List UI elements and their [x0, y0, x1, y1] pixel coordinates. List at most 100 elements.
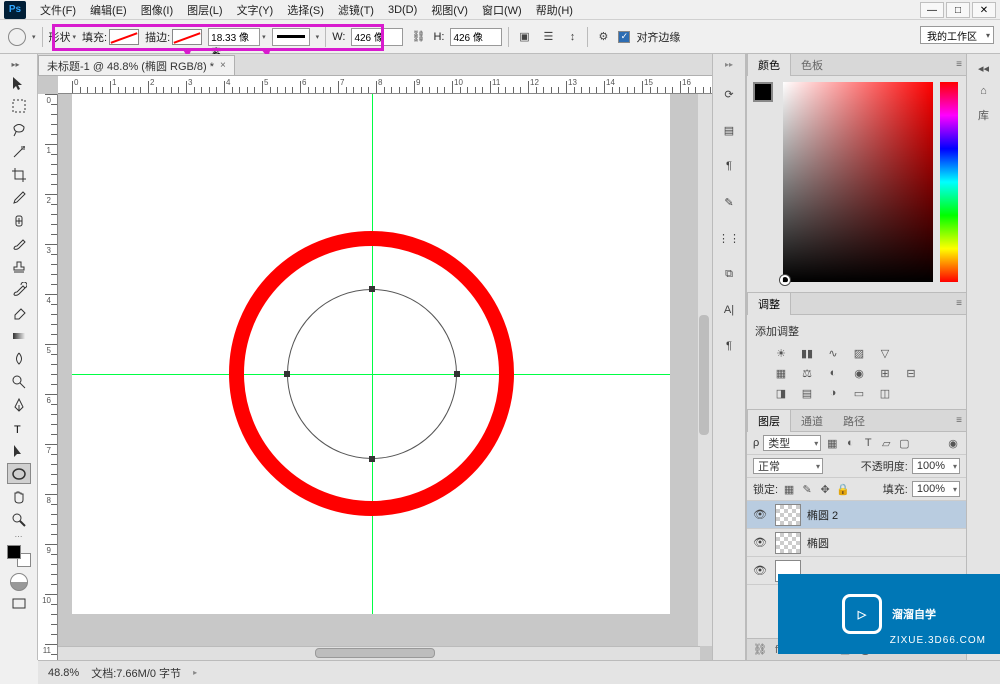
- width-input[interactable]: 426 像: [351, 28, 403, 46]
- ellipse-tool[interactable]: [7, 463, 31, 484]
- adjust-selective-icon[interactable]: ◫: [875, 385, 895, 401]
- close-button[interactable]: ✕: [972, 2, 996, 18]
- lasso-tool[interactable]: [7, 118, 31, 139]
- doc-tab[interactable]: 未标题-1 @ 48.8% (椭圆 RGB/8) * ×: [38, 55, 235, 75]
- selection-ellipse[interactable]: [287, 289, 457, 459]
- adjust-bw-icon[interactable]: ◐: [823, 365, 843, 381]
- channels-tab[interactable]: 通道: [791, 410, 833, 432]
- selection-handle-s[interactable]: [369, 456, 375, 462]
- history-brush-tool[interactable]: [7, 279, 31, 300]
- path-ops-icon[interactable]: ▣: [515, 28, 533, 46]
- color-fgbg-swatch[interactable]: [753, 82, 773, 102]
- adjust-curves-icon[interactable]: ∿: [823, 345, 843, 361]
- move-tool[interactable]: [7, 72, 31, 93]
- color-tab[interactable]: 颜色: [747, 53, 791, 76]
- status-docinfo[interactable]: 文档:7.66M/0 字节: [91, 665, 181, 681]
- menu-filter[interactable]: 滤镜(T): [332, 0, 380, 20]
- menu-view[interactable]: 视图(V): [425, 0, 474, 20]
- screen-mode[interactable]: [7, 593, 31, 614]
- quick-mask-toggle[interactable]: [10, 573, 28, 591]
- adjust-threshold-icon[interactable]: ◑: [823, 385, 843, 401]
- properties-icon[interactable]: ▤: [718, 119, 740, 141]
- menu-image[interactable]: 图像(I): [135, 0, 179, 20]
- adjust-gradient-map-icon[interactable]: ▭: [849, 385, 869, 401]
- link-icon[interactable]: ⛓: [409, 28, 427, 46]
- height-input[interactable]: 426 像: [450, 28, 502, 46]
- menu-type[interactable]: 文字(Y): [231, 0, 280, 20]
- type-panel-icon[interactable]: A|: [718, 299, 740, 321]
- lock-pixels-icon[interactable]: ▦: [782, 482, 796, 496]
- adjust-hue-icon[interactable]: ▦: [771, 365, 791, 381]
- palette-toggle[interactable]: ▸▸: [12, 60, 26, 68]
- adjust-channel-mixer-icon[interactable]: ⊞: [875, 365, 895, 381]
- history-icon[interactable]: ⟳: [718, 83, 740, 105]
- crop-tool[interactable]: [7, 164, 31, 185]
- panel-collapse-toggle[interactable]: ◂◂: [978, 62, 989, 75]
- menu-select[interactable]: 选择(S): [281, 0, 330, 20]
- adjust-posterize-icon[interactable]: ▤: [797, 385, 817, 401]
- brush-tool[interactable]: [7, 233, 31, 254]
- filter-toggle[interactable]: ◉: [946, 436, 960, 450]
- cc-library-icon[interactable]: ⌂: [980, 85, 987, 97]
- adjust-balance-icon[interactable]: ⚖: [797, 365, 817, 381]
- arrange-icon[interactable]: ↕: [563, 28, 581, 46]
- ruler-vertical[interactable]: 01234567891011: [38, 94, 58, 660]
- eraser-tool[interactable]: [7, 302, 31, 323]
- layer-thumb[interactable]: [775, 532, 801, 554]
- align-icon[interactable]: ☰: [539, 28, 557, 46]
- brushes-icon[interactable]: ✎: [718, 191, 740, 213]
- stroke-swatch[interactable]: [172, 29, 202, 45]
- magic-wand-tool[interactable]: [7, 141, 31, 162]
- layer-filter-type[interactable]: 类型: [763, 435, 821, 451]
- filter-image-icon[interactable]: ▦: [825, 436, 839, 450]
- adjust-lut-icon[interactable]: ⊟: [901, 365, 921, 381]
- adjust-exposure-icon[interactable]: ▨: [849, 345, 869, 361]
- status-zoom[interactable]: 48.8%: [48, 667, 79, 679]
- stroke-width-input[interactable]: 18.33 像素: [208, 28, 260, 46]
- clone-source-icon[interactable]: ⧉: [718, 263, 740, 285]
- layer-name[interactable]: 椭圆 2: [807, 507, 838, 523]
- type-tool[interactable]: T: [7, 417, 31, 438]
- selection-handle-n[interactable]: [369, 286, 375, 292]
- visibility-icon[interactable]: 👁: [753, 508, 769, 521]
- menu-edit[interactable]: 编辑(E): [84, 0, 133, 20]
- stroke-style[interactable]: [272, 28, 310, 46]
- minimize-button[interactable]: —: [920, 2, 944, 18]
- hand-tool[interactable]: [7, 486, 31, 507]
- zoom-tool[interactable]: [7, 509, 31, 530]
- layer-thumb[interactable]: [775, 504, 801, 526]
- blur-tool[interactable]: [7, 348, 31, 369]
- fill-swatch[interactable]: [109, 29, 139, 45]
- filter-shape-icon[interactable]: ▱: [879, 436, 893, 450]
- workspace-select[interactable]: 我的工作区: [920, 26, 994, 44]
- lock-artboard-icon[interactable]: ✥: [818, 482, 832, 496]
- link-layers-icon[interactable]: ⛓: [753, 643, 767, 656]
- filter-smart-icon[interactable]: ▢: [897, 436, 911, 450]
- paragraph-icon[interactable]: ¶: [718, 335, 740, 357]
- filter-type-icon[interactable]: T: [861, 436, 875, 450]
- stroke-width-dropdown[interactable]: ▾: [262, 33, 266, 41]
- foreground-background-colors[interactable]: [7, 545, 31, 567]
- layer-item[interactable]: 👁 椭圆 2: [747, 501, 966, 529]
- shape-mode-dropdown[interactable]: ▾: [73, 33, 77, 41]
- dodge-tool[interactable]: [7, 371, 31, 392]
- selection-handle-e[interactable]: [454, 371, 460, 377]
- layer-name[interactable]: 椭圆: [807, 535, 829, 551]
- gear-icon[interactable]: ⚙: [594, 28, 612, 46]
- brush-presets-icon[interactable]: ⋮⋮: [718, 227, 740, 249]
- filter-adjust-icon[interactable]: ◐: [843, 436, 857, 450]
- lock-position-icon[interactable]: ✎: [800, 482, 814, 496]
- lock-all-icon[interactable]: 🔒: [836, 482, 850, 496]
- ruler-horizontal[interactable]: 012345678910111213141516: [58, 76, 712, 94]
- stamp-tool[interactable]: [7, 256, 31, 277]
- menu-help[interactable]: 帮助(H): [530, 0, 579, 20]
- document-canvas[interactable]: [72, 94, 670, 614]
- menu-window[interactable]: 窗口(W): [476, 0, 528, 20]
- adjust-vibrance-icon[interactable]: ▽: [875, 345, 895, 361]
- panel-menu-icon[interactable]: ≡: [956, 59, 962, 70]
- menu-layer[interactable]: 图层(L): [181, 0, 228, 20]
- visibility-icon[interactable]: 👁: [753, 564, 769, 577]
- doc-tab-close[interactable]: ×: [220, 60, 226, 71]
- adjust-tab[interactable]: 调整: [747, 292, 791, 315]
- blend-mode-select[interactable]: 正常: [753, 458, 823, 474]
